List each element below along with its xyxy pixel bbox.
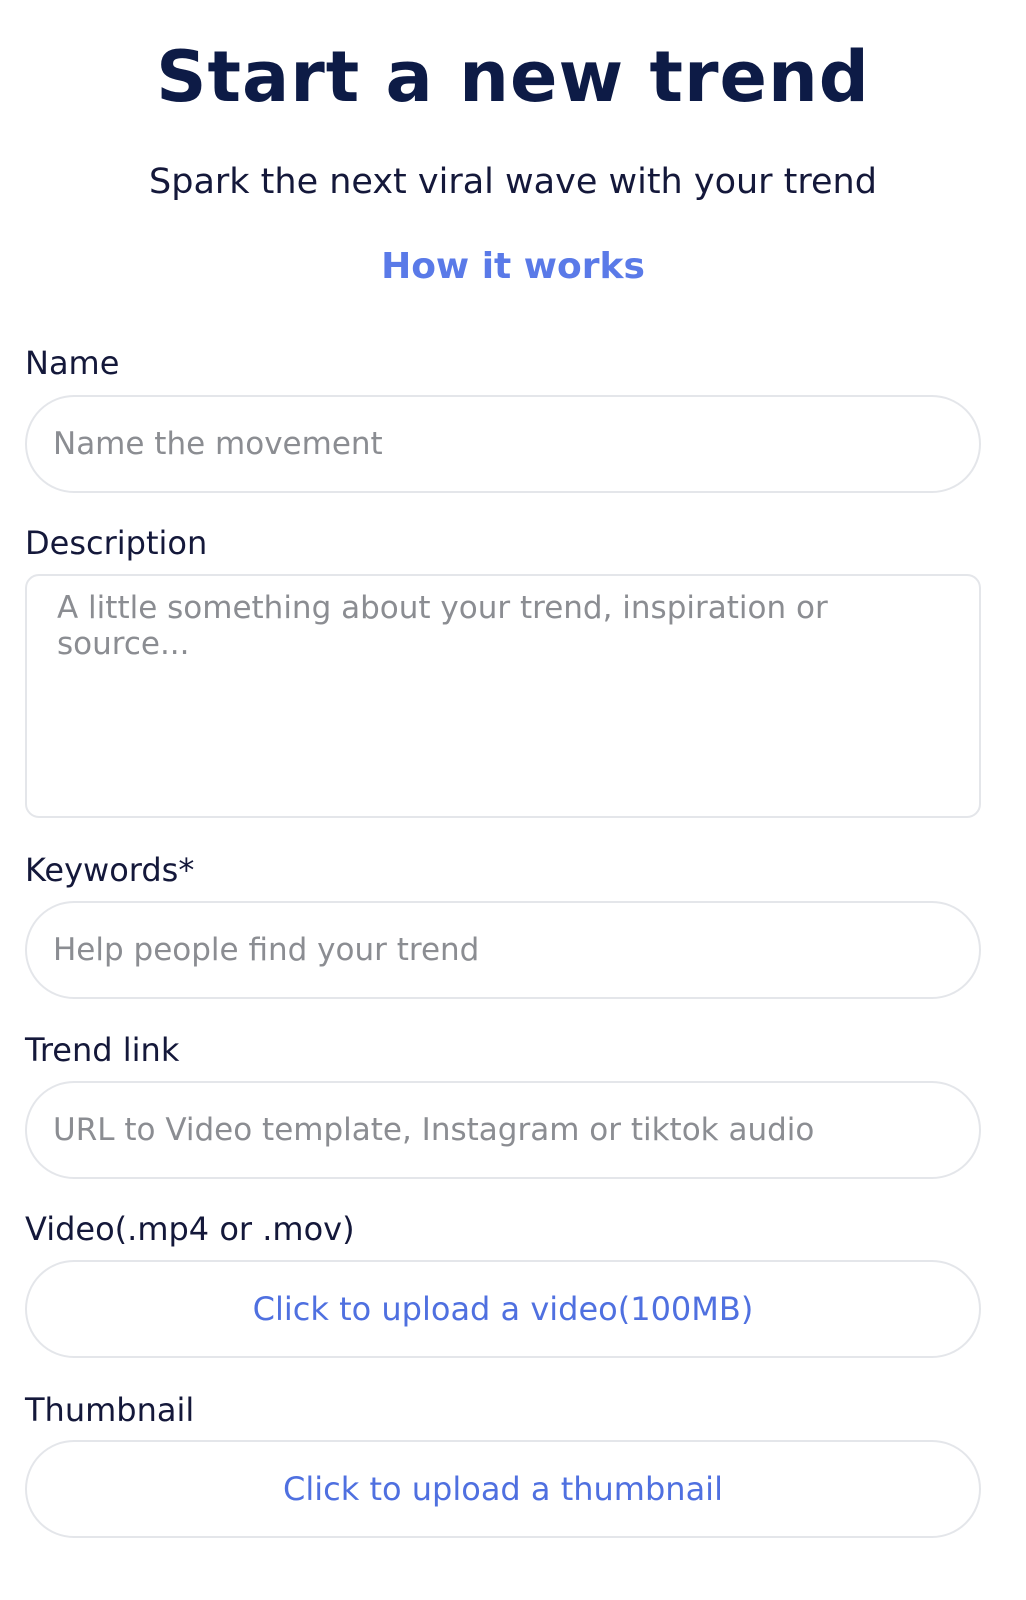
how-it-works-link[interactable]: How it works bbox=[0, 246, 1026, 287]
trend-link-label: Trend link bbox=[25, 1031, 180, 1069]
name-input[interactable] bbox=[27, 397, 979, 491]
upload-thumbnail-label: Click to upload a thumbnail bbox=[283, 1470, 723, 1508]
new-trend-page: Start a new trend Spark the next viral w… bbox=[0, 0, 1026, 1600]
video-label: Video(.mp4 or .mov) bbox=[25, 1210, 355, 1248]
description-label: Description bbox=[25, 524, 208, 562]
description-textarea[interactable] bbox=[27, 576, 979, 816]
trend-link-input[interactable] bbox=[27, 1083, 979, 1177]
description-field-container bbox=[25, 574, 981, 818]
keywords-field-container bbox=[25, 901, 981, 999]
name-field-container bbox=[25, 395, 981, 493]
keywords-label: Keywords* bbox=[25, 851, 195, 889]
upload-thumbnail-button[interactable]: Click to upload a thumbnail bbox=[25, 1440, 981, 1538]
trend-link-field-container bbox=[25, 1081, 981, 1179]
upload-video-button[interactable]: Click to upload a video(100MB) bbox=[25, 1260, 981, 1358]
page-subtitle: Spark the next viral wave with your tren… bbox=[149, 162, 877, 202]
keywords-input[interactable] bbox=[27, 903, 979, 997]
thumbnail-label: Thumbnail bbox=[25, 1391, 195, 1429]
page-title: Start a new trend bbox=[156, 36, 870, 118]
name-label: Name bbox=[25, 344, 120, 382]
upload-video-label: Click to upload a video(100MB) bbox=[252, 1290, 754, 1328]
